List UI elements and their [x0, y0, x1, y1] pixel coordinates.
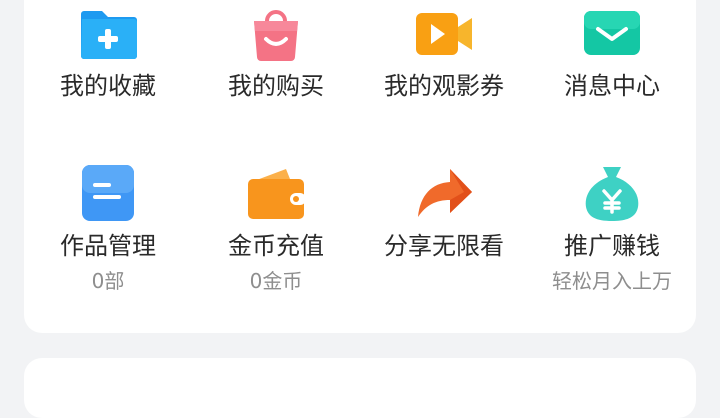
- video-camera-icon: [414, 5, 474, 61]
- menu-item-works[interactable]: 作品管理 0部: [24, 165, 192, 315]
- menu-item-label: 我的收藏: [60, 72, 156, 100]
- wallet-icon: [246, 165, 306, 221]
- menu-item-label: 推广赚钱: [564, 232, 660, 260]
- menu-item-label: 金币充值: [228, 232, 324, 260]
- menu-item-label: 我的购买: [228, 72, 324, 100]
- menu-item-label: 作品管理: [60, 232, 156, 260]
- coin-balance: 0金币: [249, 269, 303, 293]
- menu-item-messages[interactable]: 消息中心: [528, 5, 696, 155]
- menu-item-share[interactable]: 分享无限看: [360, 165, 528, 315]
- shopping-bag-icon: [246, 5, 306, 61]
- menu-item-label: 分享无限看: [384, 232, 504, 260]
- menu-item-label: 消息中心: [564, 72, 660, 100]
- menu-item-recharge[interactable]: 金币充值 0金币: [192, 165, 360, 315]
- menu-item-label: 我的观影券: [384, 72, 504, 100]
- share-arrow-icon: [414, 165, 474, 221]
- next-card: [24, 358, 696, 418]
- menu-grid: 我的收藏 我的购买 我的观影券 消息中心 作品管理 0部 金币充值 0金币 分享…: [24, 0, 696, 333]
- works-count: 0部: [91, 269, 125, 293]
- menu-item-movie-tickets[interactable]: 我的观影券: [360, 5, 528, 155]
- mail-icon: [582, 5, 642, 61]
- promote-tagline: 轻松月入上万: [552, 269, 672, 293]
- document-icon: [78, 165, 138, 221]
- menu-item-promote[interactable]: 推广赚钱 轻松月入上万: [528, 165, 696, 315]
- menu-item-purchases[interactable]: 我的购买: [192, 5, 360, 155]
- menu-item-favorites[interactable]: 我的收藏: [24, 5, 192, 155]
- folder-plus-icon: [78, 5, 138, 61]
- money-bag-yen-icon: [582, 165, 642, 221]
- menu-card: 我的收藏 我的购买 我的观影券 消息中心 作品管理 0部 金币充值 0金币 分享…: [24, 0, 696, 333]
